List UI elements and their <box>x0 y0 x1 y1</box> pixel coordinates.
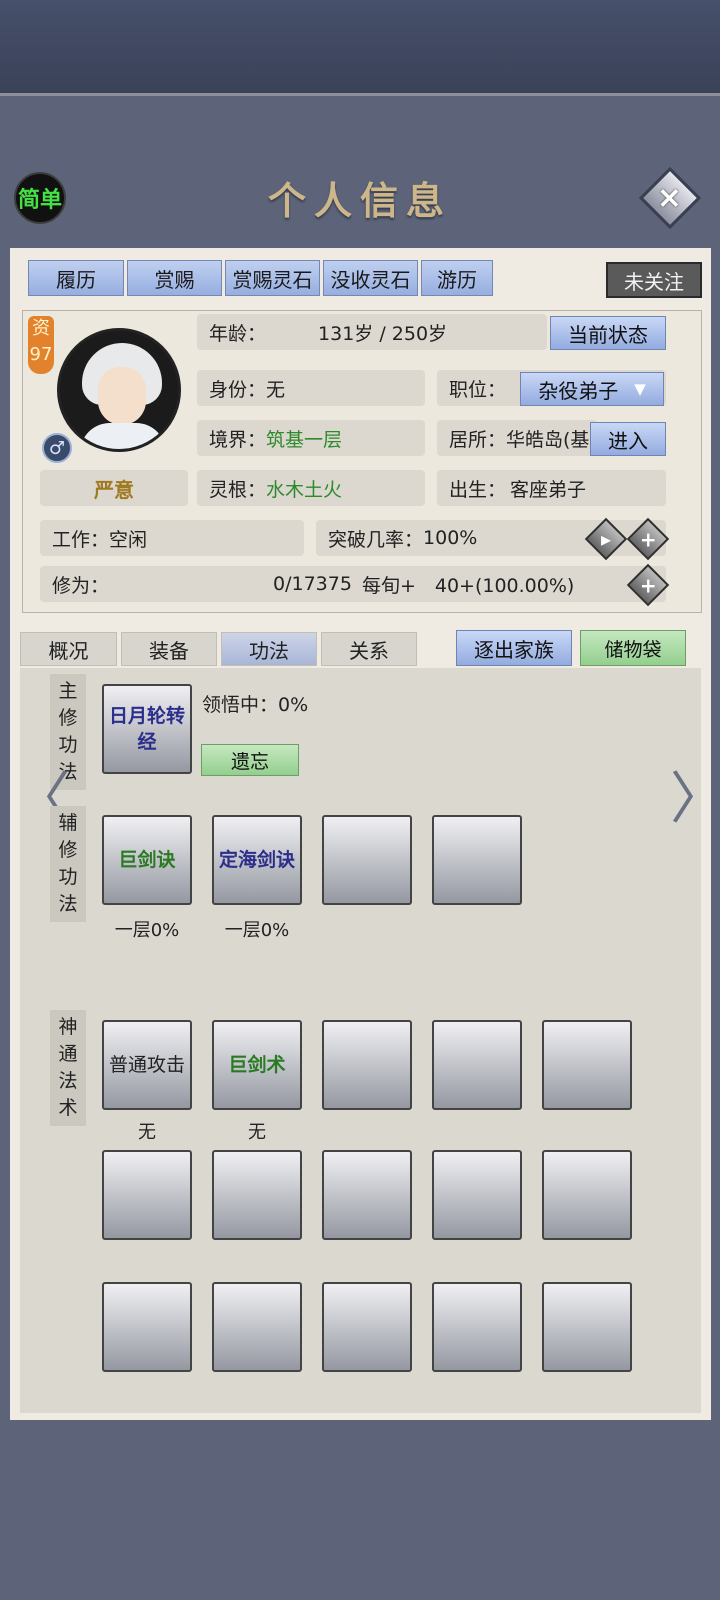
aptitude-badge: 资 97 <box>28 316 54 374</box>
residence-field: 居所： 华皓岛(基 <box>437 420 597 456</box>
magic-slot-4[interactable] <box>432 1020 522 1110</box>
spirit-root-value: 水木土火 <box>266 478 343 501</box>
enter-residence-button[interactable]: 进入 <box>590 422 666 456</box>
birth-field: 出生： 客座弟子 <box>437 470 666 506</box>
magic-slot-12[interactable] <box>212 1282 302 1372</box>
main-method-name: 日月轮转经 <box>108 705 185 753</box>
top-bar <box>0 0 720 96</box>
spirit-root-field: 灵根： 水木土火 <box>197 470 425 506</box>
birth-value: 客座弟子 <box>510 478 587 501</box>
tab-travel[interactable]: 游历 <box>421 260 493 296</box>
male-gender-icon: ♂ <box>42 433 72 463</box>
magic-slot-6[interactable] <box>102 1150 192 1240</box>
aux-method-label: 辅修功法 <box>50 806 86 922</box>
next-arrow-icon[interactable]: 〉 <box>670 772 720 828</box>
comprehend-status: 领悟中：0% <box>202 694 309 716</box>
identity-value: 无 <box>266 378 286 401</box>
identity-label: 身份： <box>209 378 267 401</box>
avatar-robe <box>80 423 166 449</box>
tab-equipment[interactable]: 装备 <box>121 632 217 666</box>
aux-slot-1[interactable]: 巨剑诀 <box>102 815 192 905</box>
aux-slot-2-level: 一层0% <box>224 920 290 941</box>
realm-field: 境界： 筑基一层 <box>197 420 425 456</box>
magic-slot-1-level: 无 <box>138 1122 156 1143</box>
aux-slot-3[interactable] <box>322 815 412 905</box>
tab-overview[interactable]: 概况 <box>20 632 117 666</box>
avatar-face <box>98 367 146 425</box>
position-dropdown[interactable]: 杂役弟子 ▼ <box>520 372 664 406</box>
position-label: 职位： <box>449 378 507 401</box>
magic-slot-15[interactable] <box>542 1282 632 1372</box>
magic-slot-1[interactable]: 普通攻击 <box>102 1020 192 1110</box>
magic-slot-9[interactable] <box>432 1150 522 1240</box>
aux-slot-1-name: 巨剑诀 <box>118 849 176 871</box>
character-name: 严意 <box>40 470 188 506</box>
magic-slot-14[interactable] <box>432 1282 522 1372</box>
position-value: 杂役弟子 <box>538 378 619 403</box>
aux-slot-2-name: 定海剑诀 <box>218 849 295 871</box>
aux-slot-2[interactable]: 定海剑诀 <box>212 815 302 905</box>
cultivation-field: 修为： 0/17375 每旬+ 40+(100.00%) <box>40 566 666 602</box>
cultivation-value: 0/17375 <box>273 573 352 595</box>
magic-slot-8[interactable] <box>322 1150 412 1240</box>
tab-reward[interactable]: 赏赐 <box>127 260 222 296</box>
magic-slot-11[interactable] <box>102 1282 192 1372</box>
tab-history[interactable]: 履历 <box>28 260 124 296</box>
magic-label: 神通法术 <box>50 1010 86 1126</box>
aptitude-label: 资 <box>32 318 50 339</box>
magic-slot-2-level: 无 <box>248 1122 266 1143</box>
birth-label: 出生： <box>449 478 507 501</box>
main-method-slot[interactable]: 日月轮转经 <box>102 684 192 774</box>
residence-label: 居所： <box>449 428 507 451</box>
realm-label: 境界： <box>209 428 267 451</box>
magic-slot-10[interactable] <box>542 1150 632 1240</box>
storage-bag-button[interactable]: 储物袋 <box>580 630 686 666</box>
realm-value: 筑基一层 <box>266 428 343 451</box>
breakthrough-value: 100% <box>423 527 478 549</box>
residence-value: 华皓岛(基 <box>506 428 590 451</box>
work-label: 工作： <box>52 528 110 551</box>
follow-button[interactable]: 未关注 <box>606 262 702 298</box>
plus-icon: + <box>639 572 657 597</box>
spirit-root-label: 灵根： <box>209 478 267 501</box>
expel-button[interactable]: 逐出家族 <box>456 630 572 666</box>
age-field: 年龄： 131岁 / 250岁 <box>197 314 547 350</box>
tab-confiscate-stones[interactable]: 没收灵石 <box>323 260 418 296</box>
magic-slot-7[interactable] <box>212 1150 302 1240</box>
magic-slot-2[interactable]: 巨剑术 <box>212 1020 302 1110</box>
aptitude-value: 97 <box>29 344 53 365</box>
magic-slot-13[interactable] <box>322 1282 412 1372</box>
age-label: 年龄： <box>209 322 267 345</box>
tab-relations[interactable]: 关系 <box>321 632 417 666</box>
forget-button[interactable]: 遗忘 <box>201 744 299 776</box>
aux-slot-4[interactable] <box>432 815 522 905</box>
work-field: 工作： 空闲 <box>40 520 304 556</box>
plus-icon: + <box>639 526 657 551</box>
age-value: 131岁 / 250岁 <box>318 322 448 345</box>
magic-slot-2-name: 巨剑术 <box>228 1054 286 1076</box>
page-title: 个人信息 <box>267 178 452 223</box>
tab-reward-stones[interactable]: 赏赐灵石 <box>225 260 320 296</box>
breakthrough-label: 突破几率： <box>328 528 424 551</box>
work-value: 空闲 <box>109 528 148 551</box>
aux-slot-1-level: 一层0% <box>114 920 180 941</box>
chevron-down-icon: ▼ <box>634 380 646 398</box>
identity-field: 身份： 无 <box>197 370 425 406</box>
play-icon: ▸ <box>600 526 612 551</box>
tab-methods[interactable]: 功法 <box>221 632 317 666</box>
cultivation-label: 修为： <box>52 574 110 597</box>
current-status-button[interactable]: 当前状态 <box>550 316 666 350</box>
magic-slot-3[interactable] <box>322 1020 412 1110</box>
cultivation-rate: 每旬+ 40+(100.00%) <box>361 574 575 597</box>
magic-slot-1-name: 普通攻击 <box>108 1054 185 1076</box>
magic-slot-5[interactable] <box>542 1020 632 1110</box>
avatar[interactable] <box>57 328 181 452</box>
close-icon: × <box>657 180 683 216</box>
